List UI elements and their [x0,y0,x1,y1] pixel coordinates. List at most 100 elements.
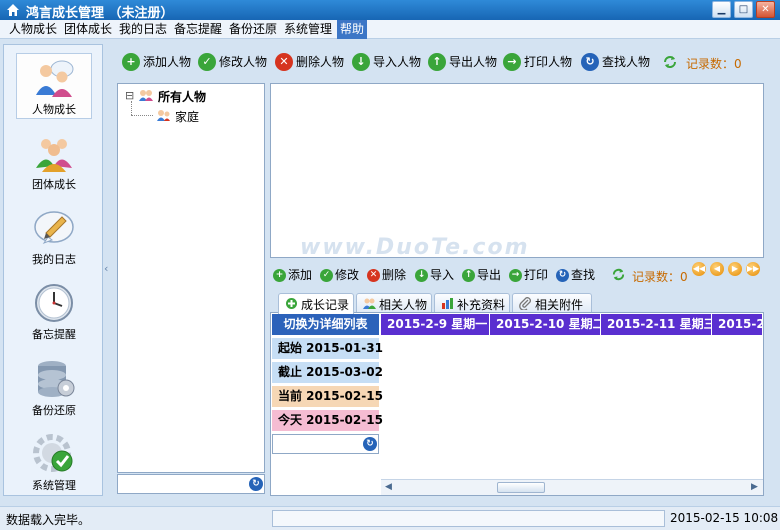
end-date[interactable]: 截止 2015-03-02 [272,362,383,383]
import-person-button[interactable]: ↓ 导入人物 [352,51,422,73]
start-date[interactable]: 起始 2015-01-31 [272,338,383,359]
left-nav: 人物成长 团体成长 我的日志 备忘提醒 备份还原 系统管理 [3,44,103,496]
menu-group-growth[interactable]: 团体成长 [61,20,115,39]
tab-related-people[interactable]: 相关人物 [356,293,432,313]
search-icon: ↻ [556,269,569,282]
nav-system[interactable]: 系统管理 [16,430,92,496]
scroll-left-icon[interactable]: ◀ [382,481,395,494]
nav-label: 人物成长 [32,103,76,116]
scroll-thumb[interactable] [497,482,545,493]
last-page-button[interactable]: ▶▶ [746,262,760,276]
nav-group-growth[interactable]: 团体成长 [16,129,92,195]
nav-backup[interactable]: 备份还原 [16,355,92,421]
export-record-button[interactable]: ↑ 导出 [462,266,504,284]
nav-label: 备份还原 [32,404,76,417]
import-icon: ↓ [352,53,370,71]
delete-icon: ✕ [275,53,293,71]
maximize-button[interactable]: □ [734,1,753,18]
import-record-button[interactable]: ↓ 导入 [415,266,457,284]
tree-item-family[interactable]: 家庭 [175,108,199,125]
menu-help[interactable]: 帮助 [337,20,368,39]
print-icon: → [503,53,521,71]
database-icon [38,361,75,397]
nav-label: 我的日志 [32,253,76,266]
day-header: 2015-2-10 星期二 [490,314,601,335]
diary-icon [34,211,74,245]
watermark-text: www.DuoTe.com [300,235,530,260]
import-icon: ↓ [415,269,428,282]
export-icon: ↑ [428,53,446,71]
check-icon: ✓ [198,53,216,71]
day-header: 2015-2-9 星期一 [381,314,490,335]
record-list-panel[interactable] [270,83,764,258]
tree-root[interactable]: 所有人物 [158,88,206,105]
tree-search-input[interactable]: ↻ [117,474,265,494]
chevron-left-icon[interactable]: ‹ [104,262,108,275]
edit-person-button[interactable]: ✓ 修改人物 [198,51,268,73]
nav-person-growth[interactable]: 人物成长 [16,53,92,119]
search-icon[interactable]: ↻ [249,477,263,491]
menu-diary[interactable]: 我的日志 [116,20,170,39]
nav-diary[interactable]: 我的日志 [16,204,92,270]
home-icon [7,4,19,16]
people-icon [36,60,74,97]
switch-detail-list-button[interactable]: 切换为详细列表 [272,314,379,335]
today-date[interactable]: 今天 2015-02-15 [272,410,383,431]
nav-label: 备忘提醒 [32,328,76,341]
status-panel [272,510,665,527]
people-icon [363,298,376,309]
find-person-button[interactable]: ↻ 查找人物 [581,51,651,73]
splitter[interactable]: ‹ [103,44,115,496]
tree-expander[interactable]: ⊟ [125,89,134,102]
status-datetime: 2015-02-15 10:08 [670,511,779,525]
print-record-button[interactable]: → 打印 [509,266,551,284]
window-title: 鸿言成长管理 （未注册） [26,6,174,21]
find-record-button[interactable]: ↻ 查找 [556,266,598,284]
delete-person-button[interactable]: ✕ 删除人物 [275,51,345,73]
scroll-right-icon[interactable]: ▶ [748,481,761,494]
menu-reminder[interactable]: 备忘提醒 [171,20,225,39]
search-icon[interactable]: ↻ [363,437,377,451]
add-record-button[interactable]: + 添加 [273,266,315,284]
tab-attachments[interactable]: 相关附件 [512,293,592,313]
title-bar: 鸿言成长管理 （未注册） ▁ □ ✕ [0,0,780,21]
search-icon: ↻ [581,53,599,71]
export-person-button[interactable]: ↑ 导出人物 [428,51,498,73]
refresh-icon[interactable] [662,54,678,70]
next-page-button[interactable]: ▶ [728,262,742,276]
gear-check-icon [33,434,73,472]
add-person-button[interactable]: + 添加人物 [122,51,192,73]
menu-backup[interactable]: 备份还原 [226,20,280,39]
edit-record-button[interactable]: ✓ 修改 [320,266,362,284]
record-count: 记录数：0 [686,57,742,71]
growth-record-icon [286,298,297,309]
add-icon: + [273,269,286,282]
export-icon: ↑ [462,269,475,282]
first-page-button[interactable]: ◀◀ [692,262,706,276]
print-person-button[interactable]: → 打印人物 [503,51,573,73]
tree-line [131,115,153,116]
tree-panel: ⊟ 所有人物 家庭 [117,83,265,473]
menu-person-growth[interactable]: 人物成长 [6,20,60,39]
paperclip-icon [519,297,531,310]
prev-page-button[interactable]: ◀ [710,262,724,276]
current-date[interactable]: 当前 2015-02-15 [272,386,383,407]
tab-supplementary[interactable]: 补充资料 [434,293,510,313]
delete-record-button[interactable]: ✕ 删除 [367,266,409,284]
nav-reminder[interactable]: 备忘提醒 [16,279,92,345]
calendar-search-input[interactable]: ↻ [272,434,379,454]
add-icon: + [122,53,140,71]
tree-line [131,101,132,115]
group-icon [36,139,72,172]
menu-system[interactable]: 系统管理 [281,20,335,39]
clock-icon [35,284,73,322]
horizontal-scrollbar[interactable]: ◀ ▶ [381,479,763,495]
chart-icon [442,298,453,309]
tab-growth-record[interactable]: 成长记录 [278,293,354,314]
minimize-button[interactable]: ▁ [712,1,731,18]
status-bar: 数据载入完毕。 2015-02-15 10:08 [0,506,780,530]
refresh-icon[interactable] [611,267,626,282]
close-button[interactable]: ✕ [756,1,775,18]
nav-label: 团体成长 [32,178,76,191]
day-header: 2015-2-11 星期三 [601,314,712,335]
